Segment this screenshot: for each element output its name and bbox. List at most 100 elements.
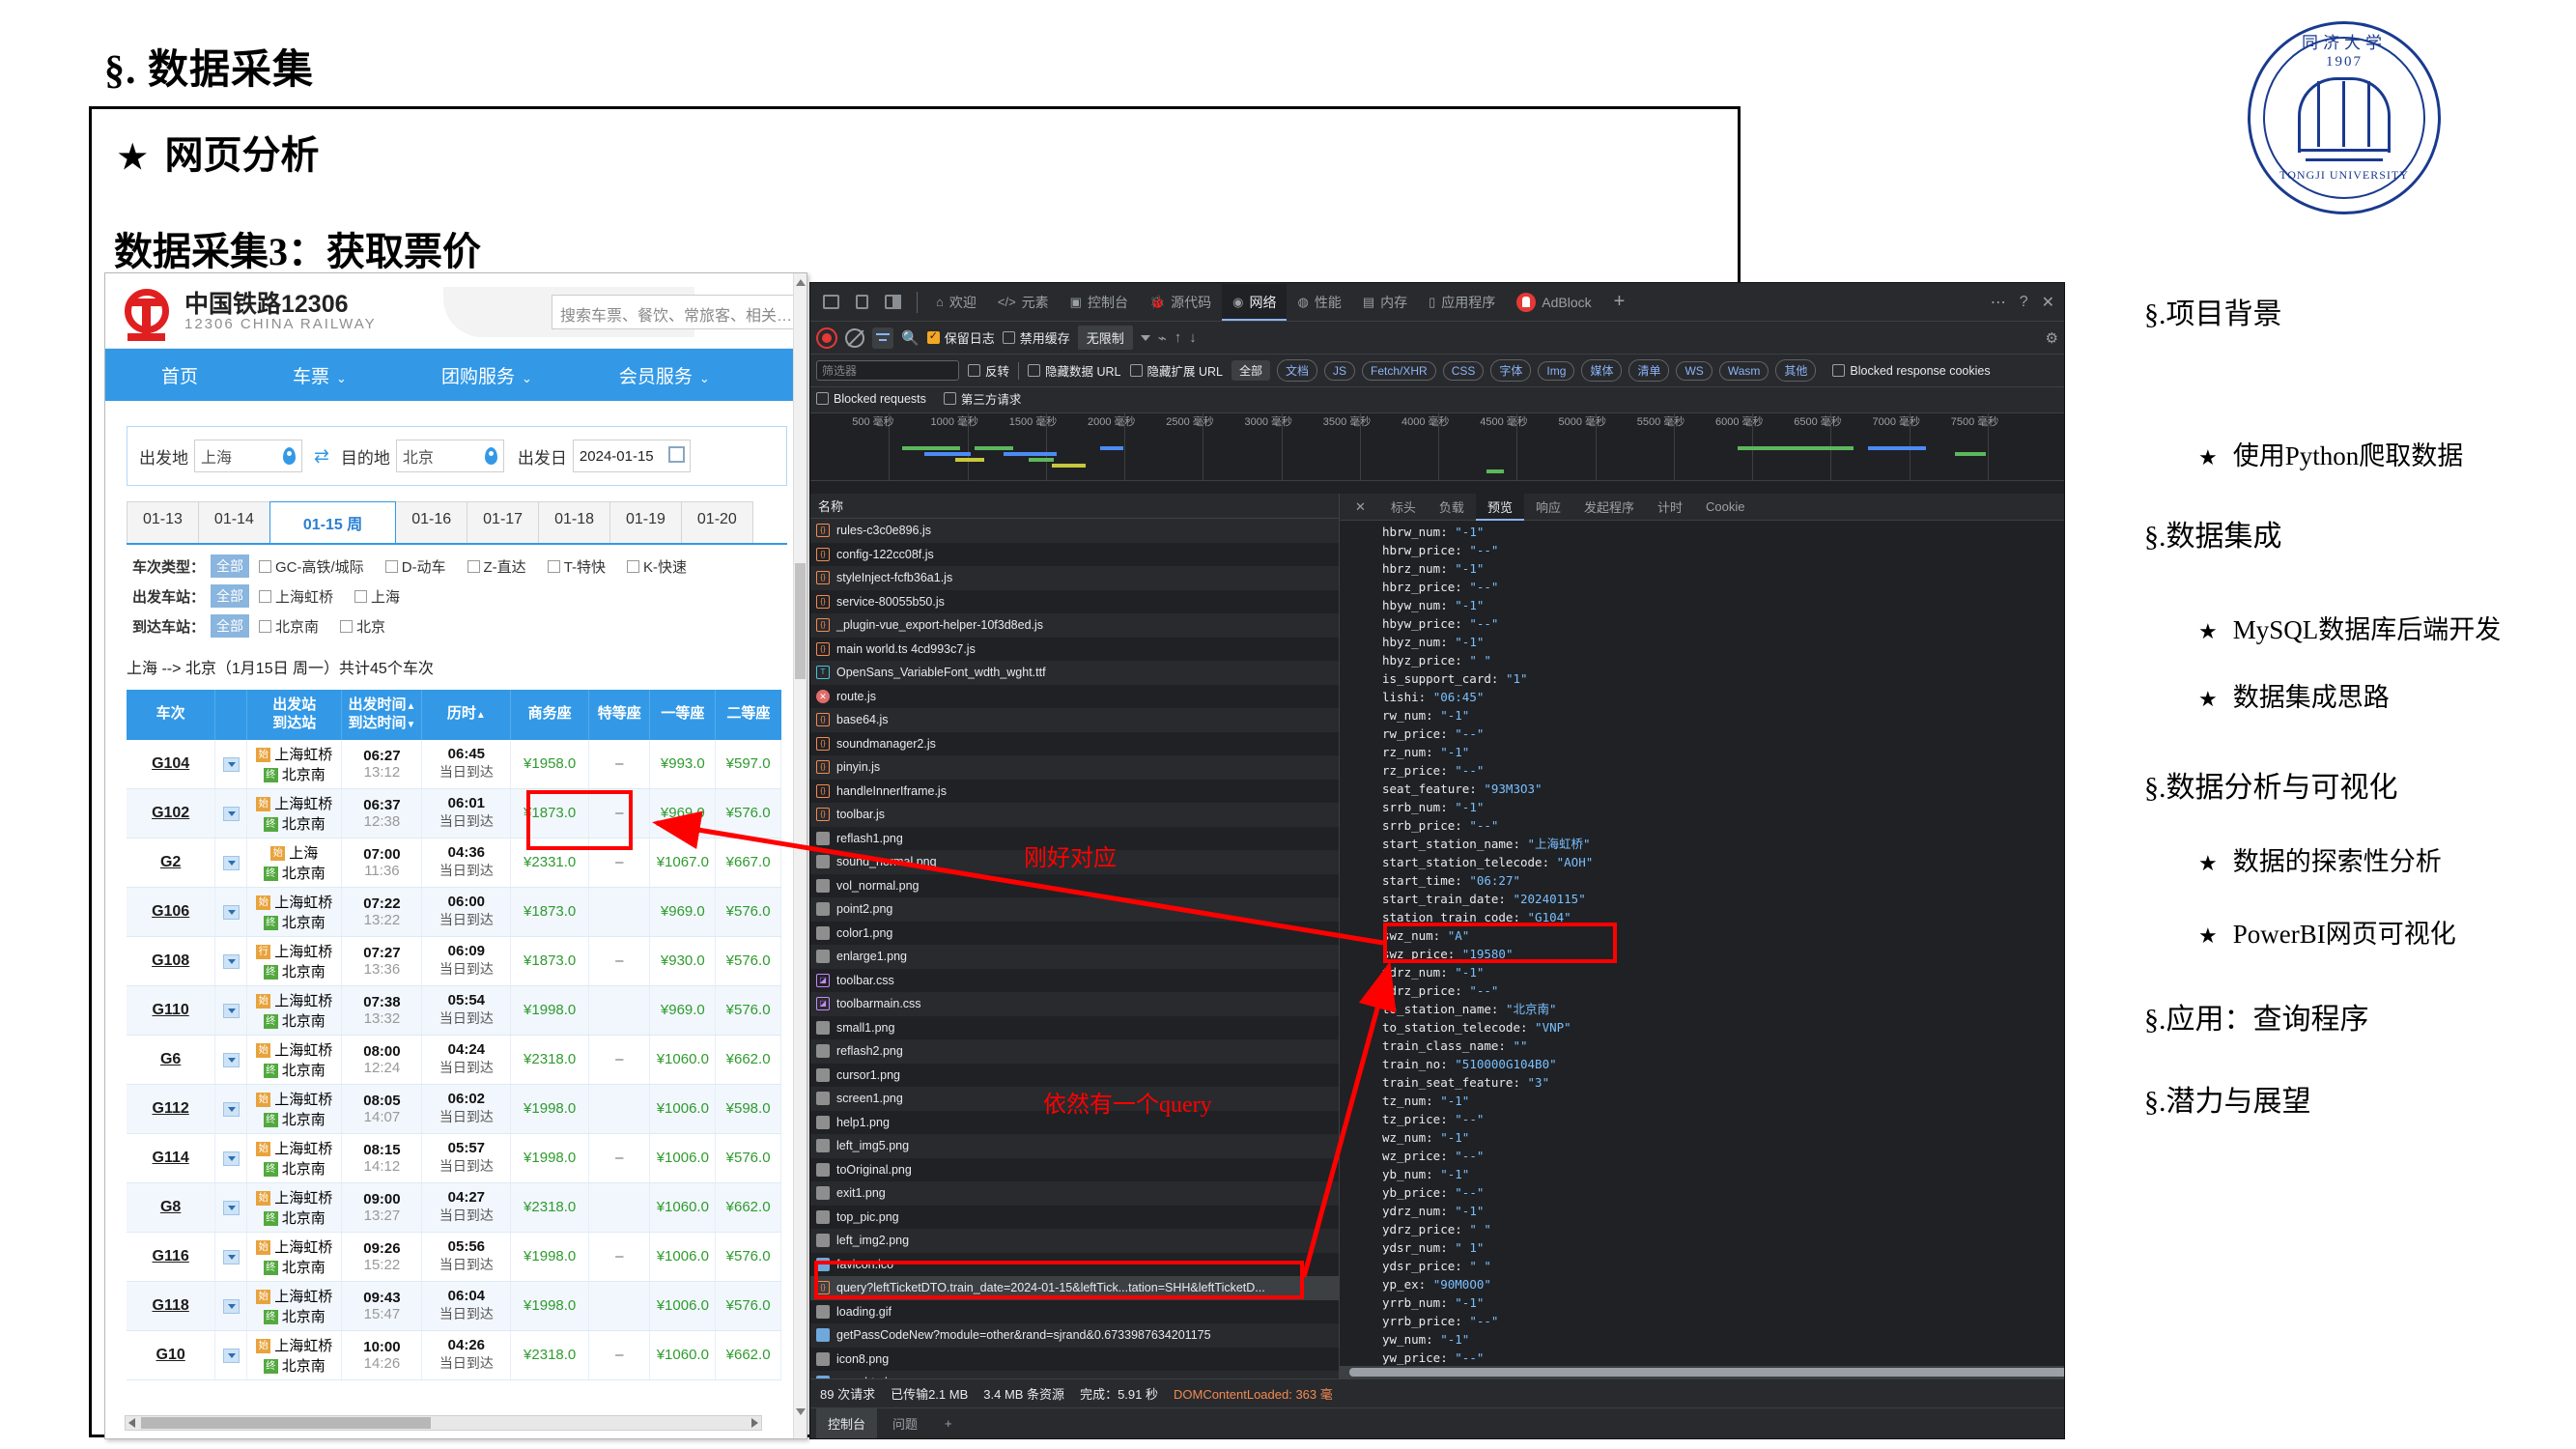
expand-icon[interactable]	[223, 1102, 240, 1117]
request-list-item[interactable]: {}styleInject-fcfb36a1.js	[810, 566, 1339, 590]
cell-train-code[interactable]: G110	[127, 985, 215, 1035]
request-list-item[interactable]: {}_plugin-vue_export-helper-10f3d8ed.js	[810, 613, 1339, 638]
expand-icon[interactable]	[223, 1299, 240, 1314]
detail-tab-标头[interactable]: 标头	[1379, 494, 1428, 521]
request-list-item[interactable]: {}toolbar.js	[810, 803, 1339, 827]
tab-console[interactable]: 控制台	[816, 1408, 877, 1438]
table-row[interactable]: G110始上海虹桥终北京南07:3813:3205:54当日到达¥1998.0¥…	[127, 985, 781, 1035]
tab-issues[interactable]: 问题	[881, 1408, 929, 1438]
train-code-link[interactable]: G2	[160, 854, 181, 870]
request-list-item[interactable]: cursor1.png	[810, 1064, 1339, 1088]
third-party-checkbox[interactable]: 第三方请求	[944, 389, 1022, 408]
expand-icon[interactable]	[223, 1250, 240, 1264]
train-code-link[interactable]: G8	[160, 1199, 181, 1215]
filter-checkbox[interactable]: 上海虹桥	[259, 586, 333, 607]
request-list-item[interactable]: reflash2.png	[810, 1039, 1339, 1064]
export-har-icon[interactable]: ↓	[1189, 329, 1197, 346]
type-chip-Img[interactable]: Img	[1538, 361, 1574, 381]
site-nav-item-0[interactable]: 首页	[161, 362, 198, 388]
filter-checkbox[interactable]: Z-直达	[467, 556, 526, 577]
train-code-link[interactable]: G108	[152, 952, 189, 969]
request-list-item[interactable]: getPassCodeNew?module=other&rand=sjrand&…	[810, 1323, 1339, 1348]
date-tab[interactable]: 01-19	[609, 501, 682, 543]
outline-item-7[interactable]: ★PowerBI网页可视化	[2144, 913, 2456, 951]
train-code-link[interactable]: G6	[160, 1051, 181, 1067]
site-search-input[interactable]: 搜索车票、餐饮、常旅客、相关…	[552, 295, 807, 329]
filter-checkbox[interactable]: 北京南	[259, 616, 319, 637]
date-tab[interactable]: 01-14	[198, 501, 270, 543]
outline-item-1[interactable]: ★使用Python爬取数据	[2144, 435, 2463, 472]
cell-train-code[interactable]: G104	[127, 740, 215, 789]
request-list-item[interactable]: {}service-80055b50.js	[810, 590, 1339, 614]
invert-checkbox[interactable]: 反转	[968, 361, 1009, 380]
cell-expand[interactable]	[215, 1330, 247, 1379]
table-row[interactable]: G2始上海终北京南07:0011:3604:36当日到达¥2331.0–¥106…	[127, 838, 781, 887]
table-row[interactable]: G8始上海虹桥终北京南09:0013:2704:27当日到达¥2318.0¥10…	[127, 1182, 781, 1232]
train-code-link[interactable]: G10	[156, 1347, 185, 1363]
request-list-item[interactable]: exit1.png	[810, 1181, 1339, 1206]
date-tab[interactable]: 01-17	[467, 501, 539, 543]
date-tab[interactable]: 01-15 周	[269, 501, 396, 543]
outline-item-6[interactable]: ★数据的探索性分析	[2144, 840, 2442, 878]
add-panel-icon[interactable]: +	[1602, 291, 1637, 313]
outline-item-2[interactable]: §.数据集成	[2144, 512, 2282, 554]
filter-input[interactable]: 筛选器	[816, 360, 959, 381]
expand-icon[interactable]	[223, 1004, 240, 1018]
cell-expand[interactable]	[215, 985, 247, 1035]
cell-expand[interactable]	[215, 740, 247, 789]
cell-expand[interactable]	[215, 788, 247, 838]
device-toolbar-icon[interactable]	[850, 290, 875, 315]
type-chip-媒体[interactable]: 媒体	[1581, 359, 1622, 382]
type-chip-全部[interactable]: 全部	[1231, 360, 1270, 381]
blocked-requests-checkbox[interactable]: Blocked requests	[816, 389, 926, 408]
table-row[interactable]: G106始上海虹桥终北京南07:2213:2206:00当日到达¥1873.0¥…	[127, 887, 781, 936]
request-list-item[interactable]: color1.png	[810, 922, 1339, 946]
cell-train-code[interactable]: G8	[127, 1182, 215, 1232]
detail-tab-响应[interactable]: 响应	[1524, 494, 1572, 521]
more-options-icon[interactable]: ⋯	[1991, 293, 2006, 312]
filter-checkbox[interactable]: 北京	[340, 616, 385, 637]
outline-item-8[interactable]: §.应用：查询程序	[2144, 995, 2369, 1037]
expand-icon[interactable]	[223, 856, 240, 870]
expand-icon[interactable]	[223, 1349, 240, 1363]
detail-tab-Cookie[interactable]: Cookie	[1694, 495, 1756, 519]
request-list-item[interactable]: point2.png	[810, 897, 1339, 922]
filter-all-button[interactable]: 全部	[211, 584, 249, 608]
detail-tab-发起程序[interactable]: 发起程序	[1572, 494, 1646, 521]
request-list-item[interactable]: {}soundmanager2.js	[810, 732, 1339, 756]
table-row[interactable]: G104始上海虹桥终北京南06:2713:1206:45当日到达¥1958.0–…	[127, 740, 781, 789]
col-train-code[interactable]: 车次	[127, 690, 215, 740]
devtools-tab-性能[interactable]: ◍性能	[1287, 284, 1351, 321]
cell-train-code[interactable]: G118	[127, 1281, 215, 1330]
dock-side-icon[interactable]	[881, 290, 906, 315]
train-code-link[interactable]: G106	[152, 903, 189, 920]
date-tab[interactable]: 01-16	[395, 501, 467, 543]
train-code-link[interactable]: G102	[152, 805, 189, 821]
devtools-tab-网络[interactable]: ◉网络	[1222, 284, 1287, 321]
disable-cache-checkbox[interactable]: 禁用缓存	[1003, 328, 1070, 347]
table-row[interactable]: G10始上海虹桥终北京南10:0014:2604:26当日到达¥2318.0–¥…	[127, 1330, 781, 1379]
request-list-item[interactable]: icon8.png	[810, 1348, 1339, 1372]
request-list-item[interactable]: {}rules-c3c0e896.js	[810, 519, 1339, 543]
cell-train-code[interactable]: G116	[127, 1232, 215, 1281]
cell-train-code[interactable]: G106	[127, 887, 215, 936]
date-tab[interactable]: 01-18	[538, 501, 610, 543]
request-list-item[interactable]: loading.gif	[810, 1300, 1339, 1324]
chevron-down-icon[interactable]	[1141, 335, 1150, 341]
json-horizontal-scrollbar[interactable]	[1340, 1366, 2064, 1378]
record-icon[interactable]	[816, 327, 837, 349]
cell-train-code[interactable]: G6	[127, 1035, 215, 1084]
request-list-item[interactable]: vol_normal.png	[810, 874, 1339, 898]
cell-train-code[interactable]: G114	[127, 1133, 215, 1182]
cell-train-code[interactable]: G102	[127, 788, 215, 838]
outline-item-0[interactable]: §.项目背景	[2144, 290, 2282, 332]
date-input[interactable]: 2024-01-15	[573, 440, 691, 472]
train-code-link[interactable]: G110	[153, 1002, 189, 1018]
expand-icon[interactable]	[223, 1201, 240, 1215]
request-list-item[interactable]: ✕route.js	[810, 685, 1339, 709]
table-row[interactable]: G114始上海虹桥终北京南08:1514:1205:57当日到达¥1998.0–…	[127, 1133, 781, 1182]
type-chip-清单[interactable]: 清单	[1628, 359, 1669, 382]
close-detail-icon[interactable]: ✕	[1344, 495, 1377, 520]
help-icon[interactable]: ?	[2020, 294, 2028, 311]
scroll-thumb-vertical[interactable]	[795, 563, 806, 679]
